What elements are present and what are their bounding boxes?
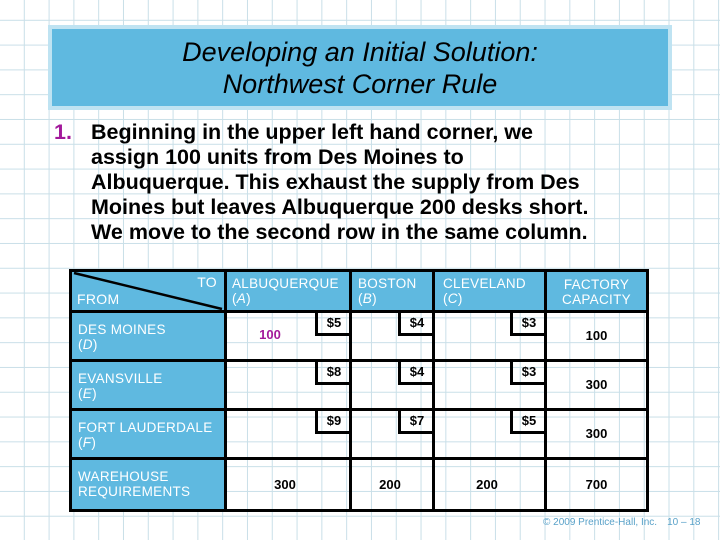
step-paragraph: 1. Beginning in the upper left hand corn…	[54, 120, 674, 245]
table-rule	[70, 359, 648, 362]
requirement-A: 300	[274, 477, 296, 492]
table-col-rule	[544, 269, 547, 512]
transportation-table: TO FROM ALBUQUERQUE (A) BOSTON (B) CLEVE…	[69, 269, 649, 512]
requirement-B: 200	[379, 477, 401, 492]
table-rule	[70, 310, 648, 313]
column-header-capacity: FACTORY CAPACITY	[545, 270, 648, 311]
table-rule	[70, 408, 648, 411]
row-name: EVANSVILLE	[78, 371, 163, 386]
column-name: ALBUQUERQUE	[232, 276, 339, 291]
cost-D-B: $4	[398, 311, 433, 336]
capacity-header-line: CAPACITY	[562, 292, 631, 307]
copyright-text: © 2009 Prentice-Hall, Inc.	[543, 517, 658, 528]
cost-E-C: $3	[510, 360, 545, 385]
column-code: B	[362, 291, 373, 306]
table-border-left	[69, 269, 72, 512]
capacity-F: 300	[585, 426, 608, 441]
slide-title-line-2: Northwest Corner Rule	[222, 68, 498, 99]
step-number: 1.	[54, 120, 72, 144]
step-line: Albuquerque. This exhaust the supply fro…	[91, 170, 580, 194]
cost-E-A: $8	[315, 360, 350, 385]
page-number: 10 – 18	[667, 517, 701, 528]
slide-title-line-1: Developing an Initial Solution:	[182, 36, 538, 67]
table-border-top	[70, 269, 648, 272]
corner-header-cell: TO FROM	[70, 270, 225, 311]
cost-E-B: $4	[398, 360, 433, 385]
slide-title-banner: Developing an Initial Solution: Northwes…	[48, 25, 672, 110]
corner-to-label: TO	[197, 274, 217, 290]
row-header-evansville: EVANSVILLE (E)	[70, 360, 225, 409]
capacity-header-line: FACTORY	[563, 277, 630, 292]
column-name: BOSTON	[358, 276, 417, 291]
step-line: We move to the second row in the same co…	[91, 220, 588, 244]
table-border-bottom	[70, 509, 648, 512]
requirement-C: 200	[476, 477, 498, 492]
row-code: F	[82, 435, 92, 450]
step-line: Beginning in the upper left hand corner,…	[91, 120, 533, 144]
cost-F-A: $9	[315, 409, 350, 434]
column-code: A	[236, 291, 247, 306]
column-header-cleveland: CLEVELAND (C)	[433, 270, 545, 311]
column-header-boston: BOSTON (B)	[350, 270, 433, 311]
slide-footer: © 2009 Prentice-Hall, Inc. 10 – 18	[543, 517, 700, 528]
step-line: Moines but leaves Albuquerque 200 desks …	[91, 195, 589, 219]
row-name: FORT LAUDERDALE	[78, 420, 213, 435]
table-border-right	[646, 269, 649, 512]
step-line: assign 100 units from Des Moines to	[91, 145, 464, 169]
row-code: E	[82, 386, 93, 401]
row-name: DES MOINES	[78, 322, 166, 337]
column-name: CLEVELAND	[443, 276, 526, 291]
table-col-rule	[432, 269, 435, 512]
row-header-fort-lauderdale: FORT LAUDERDALE (F)	[70, 409, 225, 458]
requirements-label-line: REQUIREMENTS	[78, 484, 191, 499]
requirement-total: 700	[585, 477, 608, 492]
corner-from-label: FROM	[77, 291, 120, 307]
allocation-D-A: 100	[259, 327, 281, 342]
table-col-rule	[349, 269, 352, 512]
cost-D-A: $5	[315, 311, 350, 336]
row-code: D	[82, 337, 93, 352]
table-col-rule	[224, 269, 227, 512]
column-code: C	[447, 291, 458, 306]
cost-D-C: $3	[510, 311, 545, 336]
row-header-des-moines: DES MOINES (D)	[70, 311, 225, 360]
column-header-albuquerque: ALBUQUERQUE (A)	[225, 270, 350, 311]
row-header-requirements: WAREHOUSE REQUIREMENTS	[70, 458, 225, 510]
requirements-label-line: WAREHOUSE	[78, 469, 169, 484]
capacity-E: 300	[585, 377, 608, 392]
cost-F-C: $5	[510, 409, 545, 434]
cost-F-B: $7	[398, 409, 433, 434]
table-rule	[70, 457, 648, 460]
capacity-D: 100	[585, 328, 608, 343]
